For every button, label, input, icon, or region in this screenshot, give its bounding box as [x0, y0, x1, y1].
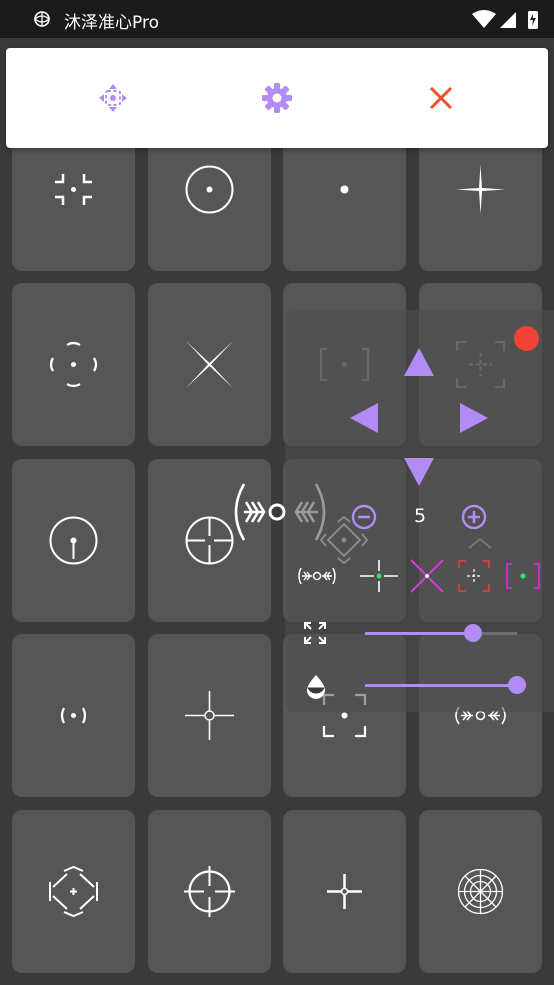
- magenta-x-style-icon[interactable]: [408, 558, 446, 594]
- move-arrows-icon: [99, 84, 127, 112]
- move-button[interactable]: [93, 78, 133, 118]
- close-button[interactable]: [421, 78, 461, 118]
- magenta-bracket-style-icon[interactable]: [504, 562, 542, 590]
- opacity-slider[interactable]: [365, 676, 526, 694]
- crosshair-preview-icon[interactable]: [230, 476, 330, 548]
- target-rings-crosshair-icon: [457, 868, 504, 915]
- settings-button[interactable]: [257, 78, 297, 118]
- circle-tick-crosshair-icon: [49, 516, 98, 565]
- crosshair-option-6[interactable]: [148, 283, 271, 446]
- arrow-down-button[interactable]: [402, 456, 436, 488]
- decrease-size-button[interactable]: [350, 503, 378, 531]
- record-indicator[interactable]: [514, 326, 539, 351]
- scope-crosshair-icon: [184, 866, 235, 917]
- crosshair-option-5[interactable]: [12, 283, 135, 446]
- expand-icon: [304, 622, 326, 644]
- diamond-crosshair-icon: [49, 865, 98, 918]
- crosshair-option-13[interactable]: [12, 634, 135, 797]
- crosshair-option-17[interactable]: [12, 810, 135, 973]
- top-toolbar: [6, 48, 548, 148]
- arrow-left-button[interactable]: [348, 401, 380, 435]
- opacity-slider-thumb[interactable]: [508, 676, 526, 694]
- crosshair-option-20[interactable]: [419, 810, 542, 973]
- chevron-circle-style-icon[interactable]: [296, 560, 338, 592]
- increase-size-button[interactable]: [460, 503, 488, 531]
- parenthesis-dot-crosshair-icon: [49, 341, 98, 388]
- chevron-up-icon[interactable]: [466, 536, 494, 550]
- size-value: 5: [413, 505, 427, 527]
- opacity-slider-fill: [365, 684, 517, 687]
- crosshair-option-9[interactable]: [12, 459, 135, 622]
- arrow-up-button[interactable]: [402, 346, 436, 378]
- close-icon: [429, 86, 453, 110]
- crosshair-option-18[interactable]: [148, 810, 271, 973]
- crosshair-option-19[interactable]: [283, 810, 406, 973]
- cross-circle-crosshair-icon: [185, 691, 234, 740]
- gear-icon: [262, 83, 292, 113]
- scale-slider-thumb[interactable]: [463, 624, 482, 642]
- scale-slider-fill: [365, 632, 473, 635]
- crosshair-option-14[interactable]: [148, 634, 271, 797]
- red-bracket-style-icon[interactable]: [456, 558, 492, 594]
- green-dot-cross-style-icon[interactable]: [358, 558, 400, 594]
- opacity-icon: [307, 675, 325, 699]
- scale-slider[interactable]: [365, 624, 517, 642]
- small-paren-dot-crosshair-icon: [60, 707, 87, 724]
- plus-crosshair-icon: [327, 874, 362, 909]
- x-cross-crosshair-icon: [186, 341, 233, 388]
- arrow-right-button[interactable]: [458, 401, 490, 435]
